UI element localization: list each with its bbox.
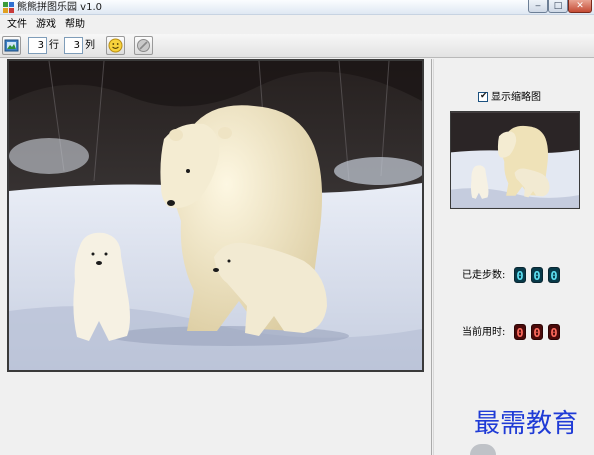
cols-label: 列 [85, 40, 95, 51]
rows-label: 行 [49, 40, 59, 51]
scroll-hint-icon [470, 444, 496, 455]
menu-help[interactable]: 帮助 [62, 17, 88, 32]
stop-icon [137, 39, 150, 52]
close-button[interactable]: ✕ [568, 0, 592, 13]
steps-digit: 0 [514, 267, 526, 283]
smiley-icon [108, 38, 123, 53]
maximize-button[interactable]: □ [548, 0, 568, 13]
steps-digit: 0 [531, 267, 543, 283]
thumbnail-image [451, 112, 579, 208]
title-bar: 熊熊拼图乐园 v1.0 ‒ □ ✕ [0, 0, 594, 15]
steps-digit: 0 [548, 267, 560, 283]
checkmark-icon: ✔ [480, 91, 488, 101]
time-digit: 0 [514, 324, 526, 340]
steps-label: 已走步数: [462, 270, 506, 281]
menu-file[interactable]: 文件 [4, 17, 30, 32]
menu-game[interactable]: 游戏 [33, 17, 59, 32]
open-image-icon [4, 39, 19, 52]
menu-bar: 文件 游戏 帮助 [0, 15, 594, 34]
minimize-button[interactable]: ‒ [528, 0, 548, 13]
open-image-button[interactable] [2, 36, 21, 55]
close-icon: ✕ [576, 1, 584, 11]
maximize-icon: □ [553, 1, 563, 11]
cols-input[interactable] [64, 37, 83, 54]
time-digit: 0 [531, 324, 543, 340]
time-label: 当前用时: [462, 327, 506, 338]
time-digit: 0 [548, 324, 560, 340]
minimize-icon: ‒ [535, 1, 541, 11]
show-thumbnail-label: 显示缩略图 [491, 92, 541, 103]
puzzle-board[interactable] [7, 59, 424, 372]
puzzle-image [9, 61, 422, 370]
toolbar: 行 列 [0, 34, 594, 58]
window-title: 熊熊拼图乐园 v1.0 [17, 2, 102, 13]
start-game-button[interactable] [106, 36, 125, 55]
show-thumbnail-checkbox[interactable]: ✔ [478, 91, 488, 102]
rows-input[interactable] [28, 37, 47, 54]
app-icon [3, 2, 14, 13]
thumbnail-preview [450, 111, 580, 209]
watermark-logo: 最需教育 [474, 409, 579, 439]
stop-game-button[interactable] [134, 36, 153, 55]
